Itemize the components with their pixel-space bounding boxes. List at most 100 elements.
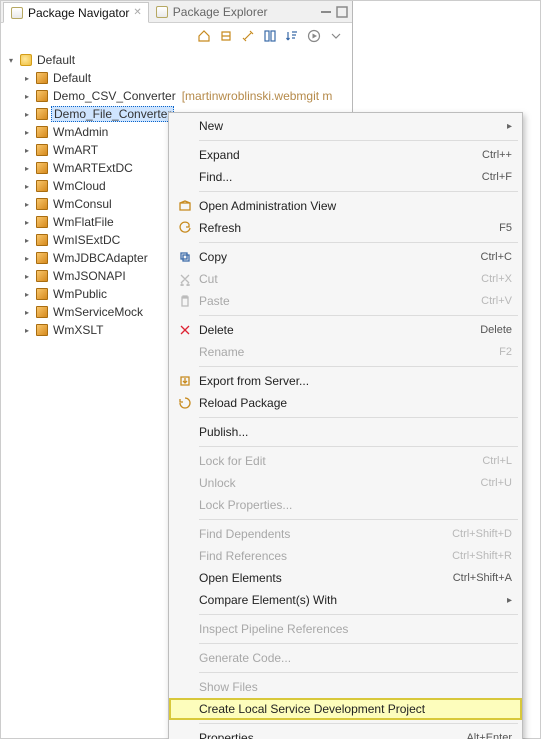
menu-item[interactable]: DeleteDelete — [169, 319, 522, 341]
blank-icon — [173, 730, 197, 739]
menu-item[interactable]: Find...Ctrl+F — [169, 166, 522, 188]
sort-icon[interactable] — [284, 28, 300, 44]
menu-item[interactable]: CopyCtrl+C — [169, 246, 522, 268]
pkg-icon — [35, 125, 49, 139]
menu-item[interactable]: Open ElementsCtrl+Shift+A — [169, 567, 522, 589]
tab-label: Package Explorer — [173, 5, 268, 19]
pkg-icon — [35, 89, 49, 103]
pkg-icon — [35, 71, 49, 85]
menu-separator — [199, 614, 518, 615]
menu-item[interactable]: Publish... — [169, 421, 522, 443]
menu-item[interactable]: Create Local Service Development Project — [169, 698, 522, 720]
expander-icon[interactable] — [21, 180, 33, 192]
menu-item[interactable]: Compare Element(s) With▸ — [169, 589, 522, 611]
expander-icon[interactable] — [21, 270, 33, 282]
tab-package-explorer[interactable]: Package Explorer — [149, 2, 274, 22]
menu-item: UnlockCtrl+U — [169, 472, 522, 494]
menu-item: Find ReferencesCtrl+Shift+R — [169, 545, 522, 567]
menu-item: Inspect Pipeline References — [169, 618, 522, 640]
expander-icon[interactable] — [21, 216, 33, 228]
menu-item[interactable]: PropertiesAlt+Enter — [169, 727, 522, 739]
menu-separator — [199, 366, 518, 367]
copy-icon — [173, 249, 197, 265]
menu-item-label: Lock Properties... — [199, 498, 512, 512]
menu-separator — [199, 315, 518, 316]
menu-item[interactable]: Export from Server... — [169, 370, 522, 392]
blank-icon — [173, 497, 197, 513]
package-explorer-icon — [155, 5, 169, 19]
tree-node-label: Default — [35, 53, 75, 67]
pkg-icon — [35, 197, 49, 211]
blank-icon — [173, 570, 197, 586]
view-toolbar — [1, 23, 352, 49]
pkg-icon — [35, 143, 49, 157]
menu-item-label: New — [199, 119, 499, 133]
context-menu: New▸ ExpandCtrl++Find...Ctrl+F Open Admini… — [168, 112, 523, 739]
home-icon[interactable] — [196, 28, 212, 44]
expander-icon[interactable] — [21, 306, 33, 318]
menu-item-label: Properties — [199, 731, 456, 739]
menu-item-label: Open Administration View — [199, 199, 512, 213]
expander-icon[interactable] — [21, 72, 33, 84]
menu-item: Show Files — [169, 676, 522, 698]
view-menu-icon[interactable] — [328, 28, 344, 44]
menu-item-accelerator: F5 — [491, 222, 512, 234]
reload-icon — [173, 395, 197, 411]
menu-item[interactable]: ExpandCtrl++ — [169, 144, 522, 166]
menu-item-label: Delete — [199, 323, 470, 337]
tab-package-navigator[interactable]: Package Navigator ✕ — [3, 2, 149, 23]
menu-item-accelerator: Ctrl+L — [474, 455, 512, 467]
run-icon[interactable] — [306, 28, 322, 44]
tree-node-label: Demo_CSV_Converter — [51, 89, 176, 103]
menu-separator — [199, 140, 518, 141]
menu-item[interactable]: New▸ — [169, 115, 522, 137]
menu-item[interactable]: Reload Package — [169, 392, 522, 414]
menu-item-label: Unlock — [199, 476, 471, 490]
blank-icon — [173, 526, 197, 542]
tree-node-label: WmAdmin — [51, 125, 108, 139]
pkg-icon — [35, 233, 49, 247]
expander-icon[interactable] — [21, 90, 33, 102]
tree-node[interactable]: Default — [1, 51, 352, 69]
menu-item: Find DependentsCtrl+Shift+D — [169, 523, 522, 545]
expander-icon[interactable] — [21, 108, 33, 120]
expander-icon[interactable] — [21, 234, 33, 246]
expander-icon[interactable] — [5, 54, 17, 66]
menu-item-label: Show Files — [199, 680, 512, 694]
blank-icon — [173, 548, 197, 564]
expander-icon[interactable] — [21, 126, 33, 138]
tree-node[interactable]: Default — [1, 69, 352, 87]
pkg-icon — [35, 287, 49, 301]
menu-item-accelerator: Ctrl+X — [473, 273, 512, 285]
menu-item[interactable]: RefreshF5 — [169, 217, 522, 239]
tree-node-label: WmFlatFile — [51, 215, 114, 229]
menu-item-label: Paste — [199, 294, 471, 308]
close-icon[interactable]: ✕ — [133, 7, 141, 18]
pkg-icon — [35, 269, 49, 283]
menu-item-label: Cut — [199, 272, 471, 286]
link-editor-icon[interactable] — [240, 28, 256, 44]
focus-icon[interactable] — [262, 28, 278, 44]
menu-item-label: Generate Code... — [199, 651, 512, 665]
menu-separator — [199, 519, 518, 520]
expander-icon[interactable] — [21, 252, 33, 264]
expander-icon[interactable] — [21, 162, 33, 174]
blank-icon — [173, 424, 197, 440]
menu-item-label: Rename — [199, 345, 489, 359]
expander-icon[interactable] — [21, 288, 33, 300]
tree-node[interactable]: Demo_CSV_Converter[martinwroblinski.webm… — [1, 87, 352, 105]
pkg-icon — [35, 161, 49, 175]
menu-item-accelerator: Delete — [472, 324, 512, 336]
maximize-view-icon[interactable] — [334, 4, 350, 20]
minimize-view-icon[interactable] — [318, 4, 334, 20]
collapse-all-icon[interactable] — [218, 28, 234, 44]
menu-separator — [199, 446, 518, 447]
menu-item[interactable]: Open Administration View — [169, 195, 522, 217]
menu-separator — [199, 723, 518, 724]
expander-icon[interactable] — [21, 144, 33, 156]
pkg-icon — [35, 215, 49, 229]
cut-icon — [173, 271, 197, 287]
expander-icon[interactable] — [21, 198, 33, 210]
expander-icon[interactable] — [21, 324, 33, 336]
menu-item-label: Lock for Edit — [199, 454, 472, 468]
